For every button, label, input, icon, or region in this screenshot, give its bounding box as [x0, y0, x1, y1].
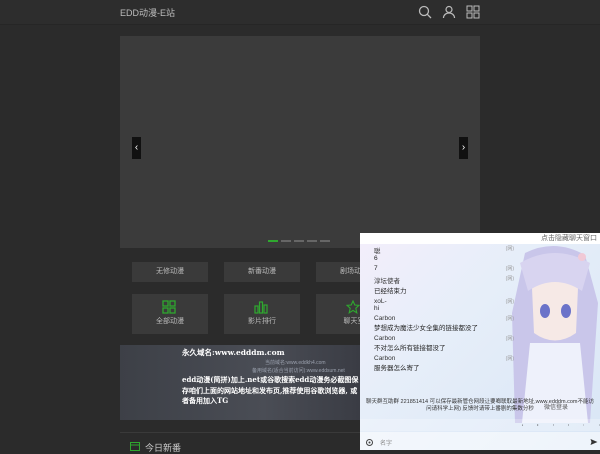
message-text: 已经结束力 [374, 285, 514, 295]
settings-icon[interactable] [366, 439, 373, 446]
message-tag: (网) [506, 335, 514, 342]
message-author: 淳坛使者 [374, 275, 514, 285]
carousel-dot[interactable] [294, 240, 304, 242]
message-author: xoL- [374, 298, 514, 305]
bar-chart-icon [254, 300, 268, 314]
message-author: Carbon [374, 355, 514, 362]
message-tag: (网) [506, 355, 514, 362]
message-text: 不对怎么所有链接都没了 [374, 342, 514, 352]
section-title: 今日新番 [145, 441, 181, 454]
chat-message: Carbon 梦想成为魔法少女全集的链接都没了 (网) [374, 315, 514, 332]
current-domain-watermark: 当前域名:www.eddkh4.com [265, 359, 326, 366]
notice-banner: 永久域名:www.edddm.com 当前域名:www.eddkh4.com 备… [120, 345, 360, 420]
quick-link-uncensored[interactable]: 无修动漫 [132, 262, 208, 282]
carousel-dot[interactable] [281, 240, 291, 242]
chat-message: 淳坛使者 已经结束力 (网) [374, 275, 514, 295]
menu-ranking[interactable]: 影片排行 [224, 294, 300, 334]
top-nav-bar: EDD动漫-E站 [0, 0, 600, 25]
menu-label: 全部动漫 [132, 316, 208, 326]
message-text: hi [374, 305, 514, 312]
message-author: Carbon [374, 335, 514, 342]
chat-message: Carbon 服务器怎么寄了 (网) [374, 355, 514, 372]
chat-input-field[interactable]: 名字 [380, 438, 392, 447]
today-new-section: 今日新番 [120, 432, 360, 451]
notice-text: edd动漫(简拼)加上.net或谷歌搜索edd动漫务必截图保存咱们上面的网站地址… [182, 375, 360, 407]
permanent-domain: 永久域名:www.edddm.com [182, 347, 285, 358]
carousel-dot[interactable] [268, 240, 278, 242]
chat-toolbar [360, 419, 600, 431]
message-tag: (网) [506, 245, 514, 252]
chat-input-bar: 名字 [360, 432, 600, 450]
carousel-next-button[interactable]: › [459, 137, 468, 159]
chat-message: 聪 6 (网) [374, 245, 514, 262]
message-tag: (网) [506, 275, 514, 282]
message-author: 聪 [374, 245, 514, 255]
message-text: 7 [374, 265, 514, 272]
menu-label: 影片排行 [224, 316, 300, 326]
chat-window: 点击隐藏聊天窗口 聪 6 (网) 7 (网) 淳坛使者 已经结束力 (网) xo… [360, 233, 600, 450]
carousel-dot[interactable] [307, 240, 317, 242]
message-text: 6 [374, 255, 514, 262]
cat-icon[interactable] [537, 421, 538, 429]
share-icon[interactable] [568, 421, 569, 429]
grid-icon [162, 300, 176, 314]
chat-message: Carbon 不对怎么所有链接都没了 (网) [374, 335, 514, 352]
menu-all-anime[interactable]: 全部动漫 [132, 294, 208, 334]
carousel-dot[interactable] [320, 240, 330, 242]
carousel-dots [268, 240, 330, 242]
banner-carousel[interactable]: ‹ › [120, 36, 480, 248]
sound-icon[interactable] [583, 421, 584, 429]
send-icon[interactable] [590, 438, 598, 446]
user-icon[interactable] [522, 421, 523, 429]
search-icon[interactable] [418, 5, 432, 19]
chat-message-list: 聪 6 (网) 7 (网) 淳坛使者 已经结束力 (网) xoL- hi (网)… [374, 245, 514, 375]
message-tag: (网) [506, 265, 514, 272]
message-author: Carbon [374, 315, 514, 322]
grid-icon[interactable] [466, 5, 480, 19]
image-icon[interactable] [553, 421, 554, 429]
message-tag: (网) [506, 315, 514, 322]
quick-link-new-season[interactable]: 新番动漫 [224, 262, 300, 282]
carousel-prev-button[interactable]: ‹ [132, 137, 141, 159]
wechat-login-link[interactable]: 微信登录 [544, 402, 568, 411]
chat-message: 7 (网) [374, 265, 514, 272]
backup-domain-watermark: 备用域名(适合当前访问):www.eddsum.net [252, 367, 345, 374]
message-tag: (网) [506, 298, 514, 305]
chat-message: xoL- hi (网) [374, 298, 514, 312]
site-title[interactable]: EDD动漫-E站 [120, 6, 175, 19]
message-text: 服务器怎么寄了 [374, 362, 514, 372]
star-icon [346, 300, 360, 314]
message-text: 梦想成为魔法少女全集的链接都没了 [374, 322, 514, 332]
user-icon[interactable] [442, 5, 456, 19]
